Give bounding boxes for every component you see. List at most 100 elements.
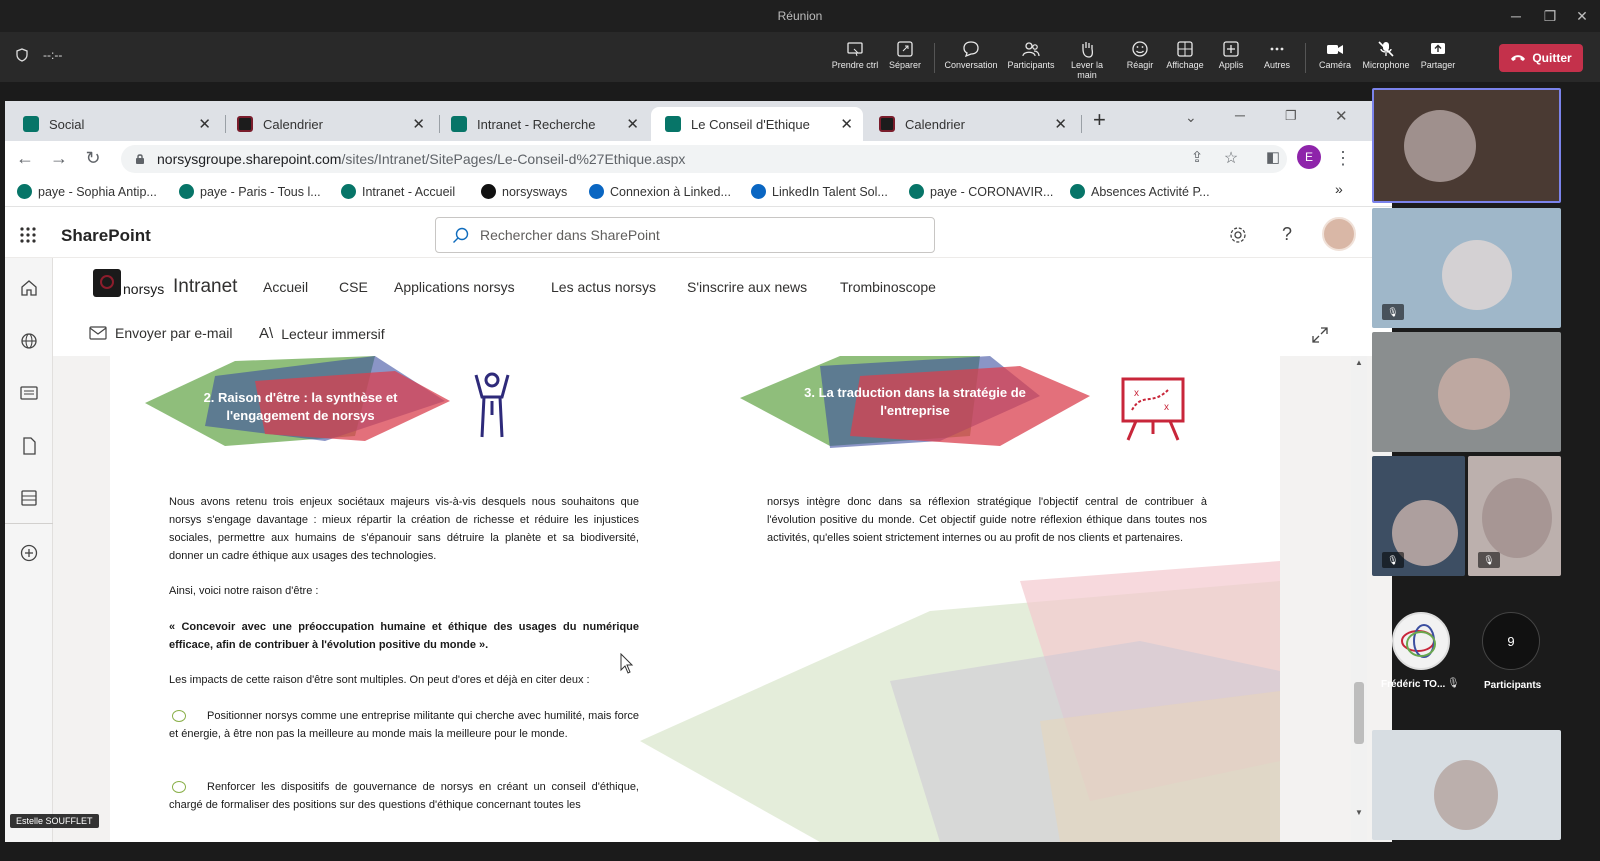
- close-tab-icon[interactable]: ✕: [1054, 115, 1067, 133]
- home-icon[interactable]: [19, 278, 39, 298]
- bookmark-item[interactable]: norsysways: [481, 184, 567, 199]
- scroll-down-icon[interactable]: ▼: [1355, 808, 1363, 817]
- sharepoint-icon: [665, 116, 681, 132]
- sharepoint-search-input[interactable]: Rechercher dans SharePoint: [435, 217, 935, 253]
- sharepoint-app-name[interactable]: SharePoint: [61, 226, 151, 246]
- browser-tab[interactable]: Intranet - Recherche ✕: [437, 107, 649, 141]
- take-control-icon: [847, 42, 863, 57]
- minimize-icon[interactable]: ─: [1235, 107, 1245, 123]
- close-tab-icon[interactable]: ✕: [626, 115, 639, 133]
- participant-avatar-logo[interactable]: [1392, 612, 1450, 670]
- bookmark-item[interactable]: paye - CORONAVIR...: [909, 184, 1053, 199]
- minimize-icon[interactable]: ─: [1499, 0, 1533, 32]
- share-button[interactable]: Partager: [1411, 40, 1465, 70]
- bookmark-label: Intranet - Accueil: [362, 184, 456, 199]
- share-page-icon[interactable]: ⇪: [1185, 148, 1209, 166]
- tab-title: Social: [49, 116, 85, 132]
- norsys-logo: [93, 269, 121, 297]
- settings-gear-icon[interactable]: [1228, 225, 1248, 245]
- expand-icon[interactable]: [1312, 327, 1328, 343]
- files-icon[interactable]: [19, 436, 39, 456]
- browser-tab-strip: Social ✕ Calendrier ✕ Intranet - Recherc…: [5, 101, 1392, 141]
- address-bar[interactable]: norsysgroupe.sharepoint.com/sites/Intran…: [121, 145, 1287, 173]
- site-title[interactable]: Intranet: [173, 276, 237, 298]
- create-plus-icon[interactable]: [19, 543, 39, 563]
- participants-count-badge[interactable]: 9: [1482, 612, 1540, 670]
- participant-video-tile[interactable]: [1372, 88, 1561, 203]
- close-icon[interactable]: ✕: [1565, 0, 1599, 32]
- bookmark-star-icon[interactable]: ☆: [1219, 148, 1243, 168]
- restore-icon[interactable]: ❐: [1285, 108, 1297, 124]
- new-tab-icon[interactable]: +: [1093, 107, 1106, 133]
- microphone-off-button[interactable]: Microphone: [1359, 40, 1413, 70]
- muted-mic-icon: 🎙: [1447, 678, 1460, 689]
- lists-icon[interactable]: [19, 488, 39, 508]
- restore-icon[interactable]: ❐: [1533, 0, 1567, 32]
- bookmark-item[interactable]: LinkedIn Talent Sol...: [751, 184, 888, 199]
- browser-tab[interactable]: Social ✕: [9, 107, 221, 141]
- profile-avatar[interactable]: E: [1297, 145, 1321, 169]
- reload-icon[interactable]: ↻: [81, 148, 105, 169]
- immersive-reader-button[interactable]: A\ Lecteur immersif: [259, 325, 385, 342]
- more-bookmarks-icon[interactable]: »: [1335, 181, 1343, 197]
- bookmark-item[interactable]: Intranet - Accueil: [341, 184, 455, 199]
- url-host: norsysgroupe.sharepoint.com: [157, 151, 342, 167]
- participant-video-tile[interactable]: 🎙: [1372, 208, 1561, 328]
- raise-hand-button[interactable]: Lever la main: [1060, 40, 1114, 80]
- scroll-up-icon[interactable]: ▲: [1355, 358, 1363, 367]
- browser-menu-icon[interactable]: ⋮: [1331, 148, 1355, 169]
- bookmark-item[interactable]: paye - Sophia Antip...: [17, 184, 157, 199]
- take-control-button[interactable]: Prendre ctrl: [828, 40, 882, 70]
- more-button[interactable]: Autres: [1250, 40, 1304, 70]
- nav-news-signup[interactable]: S'inscrire aux news: [687, 279, 807, 295]
- scrollbar-thumb[interactable]: [1354, 682, 1364, 744]
- participant-video-tile[interactable]: [1372, 332, 1561, 452]
- nav-cse[interactable]: CSE: [339, 279, 368, 295]
- page-scrollbar[interactable]: ▲ ▼: [1351, 356, 1367, 842]
- sites-globe-icon[interactable]: [19, 331, 39, 351]
- help-icon[interactable]: ?: [1282, 224, 1292, 245]
- close-tab-icon[interactable]: ✕: [840, 115, 853, 133]
- tab-search-chevron-icon[interactable]: ⌄: [1185, 109, 1197, 126]
- browser-tab-active[interactable]: Le Conseil d'Ethique ✕: [651, 107, 863, 141]
- close-window-icon[interactable]: ✕: [1335, 107, 1348, 125]
- microphone-off-icon: [1378, 41, 1394, 57]
- nav-actus[interactable]: Les actus norsys: [551, 279, 656, 295]
- page-command-bar: [53, 308, 1392, 356]
- browser-tab[interactable]: Calendrier ✕: [223, 107, 435, 141]
- mouse-cursor-icon: [620, 653, 634, 674]
- back-icon[interactable]: ←: [13, 148, 37, 169]
- send-email-button[interactable]: Envoyer par e-mail: [89, 325, 233, 341]
- participant-video-tile[interactable]: [1372, 730, 1561, 840]
- bookmark-item[interactable]: Connexion à Linked...: [589, 184, 731, 199]
- bookmark-item[interactable]: Absences Activité P...: [1070, 184, 1210, 199]
- participant-video-tile[interactable]: 🎙: [1468, 456, 1561, 576]
- news-icon[interactable]: [19, 383, 39, 403]
- people-button[interactable]: Participants: [1004, 40, 1058, 70]
- sharepoint-icon: [23, 116, 39, 132]
- impacts-paragraph: Les impacts de cette raison d'être sont …: [169, 674, 590, 686]
- participant-name: Frédéric TO...: [1381, 679, 1446, 690]
- toolbar-button-label: Réagir: [1126, 60, 1154, 70]
- participant-video-tile[interactable]: 🎙: [1372, 456, 1465, 576]
- nav-applications[interactable]: Applications norsys: [394, 279, 515, 295]
- search-icon: [453, 227, 469, 243]
- chat-button[interactable]: Conversation: [944, 40, 998, 70]
- leave-button[interactable]: Quitter: [1499, 44, 1583, 72]
- side-panel-icon[interactable]: ◧: [1261, 148, 1285, 166]
- bullet-item-2: Renforcer les dispositifs de gouvernance…: [169, 781, 639, 811]
- meeting-timer: --:--: [15, 48, 62, 62]
- nav-accueil[interactable]: Accueil: [263, 279, 308, 295]
- app-launcher-icon[interactable]: [19, 226, 37, 244]
- tab-title: Intranet - Recherche: [477, 116, 596, 132]
- popout-button[interactable]: Séparer: [878, 40, 932, 70]
- close-tab-icon[interactable]: ✕: [198, 115, 211, 133]
- tab-title: Calendrier: [263, 116, 323, 132]
- user-avatar[interactable]: [1322, 217, 1356, 251]
- camera-button[interactable]: Caméra: [1308, 40, 1362, 70]
- bookmark-item[interactable]: paye - Paris - Tous l...: [179, 184, 321, 199]
- nav-trombinoscope[interactable]: Trombinoscope: [840, 279, 936, 295]
- close-tab-icon[interactable]: ✕: [412, 115, 425, 133]
- browser-tab[interactable]: Calendrier ✕: [865, 107, 1077, 141]
- forward-icon[interactable]: →: [47, 148, 71, 169]
